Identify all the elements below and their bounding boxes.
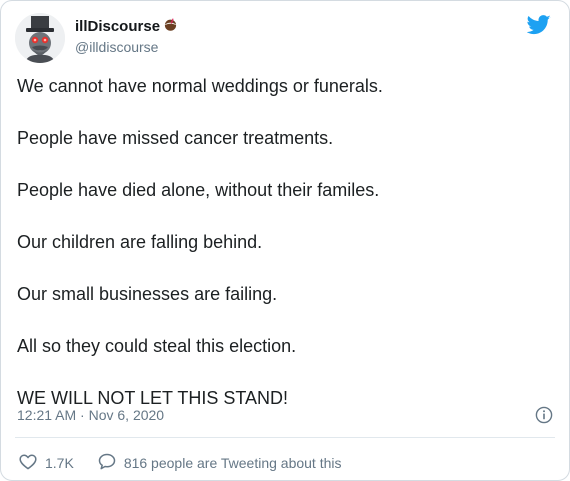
- conversation-action[interactable]: 816 people are Tweeting about this: [98, 453, 342, 473]
- tweet-line: WE WILL NOT LET THIS STAND!: [17, 388, 289, 408]
- tweet-actions: 1.7K 816 people are Tweeting about this: [19, 453, 342, 473]
- author-block: illDiscourse @illdiscourse: [75, 18, 177, 55]
- tweet-timestamp[interactable]: 12:21 AM · Nov 6, 2020: [17, 407, 164, 423]
- display-name[interactable]: illDiscourse: [75, 18, 160, 35]
- divider: [15, 437, 555, 438]
- like-count[interactable]: 1.7K: [45, 455, 74, 471]
- tweet-line: People have died alone, without their fa…: [17, 180, 380, 200]
- speech-bubble-icon[interactable]: [98, 453, 116, 473]
- tweet-line: We cannot have normal weddings or funera…: [17, 76, 383, 96]
- display-name-row[interactable]: illDiscourse: [75, 18, 177, 35]
- avatar[interactable]: [15, 13, 65, 63]
- tweet-line: Our children are falling behind.: [17, 232, 263, 252]
- tweet-text: We cannot have normal weddings or funera…: [17, 75, 553, 409]
- tweet-line: All so they could steal this election.: [17, 336, 297, 356]
- like-action[interactable]: 1.7K: [19, 454, 74, 473]
- info-icon[interactable]: [535, 406, 553, 429]
- tweet-line: Our small businesses are failing.: [17, 284, 278, 304]
- tweet-line: People have missed cancer treatments.: [17, 128, 334, 148]
- conversation-text[interactable]: 816 people are Tweeting about this: [124, 455, 342, 471]
- tweet-header: illDiscourse @illdiscourse: [15, 13, 555, 63]
- heart-icon[interactable]: [19, 454, 37, 473]
- handle[interactable]: @illdiscourse: [75, 39, 177, 55]
- coconut-emoji-icon: [164, 18, 177, 35]
- tweet-card: illDiscourse @illdiscourse We cannot hav…: [0, 0, 570, 481]
- twitter-bird-icon[interactable]: [526, 15, 551, 40]
